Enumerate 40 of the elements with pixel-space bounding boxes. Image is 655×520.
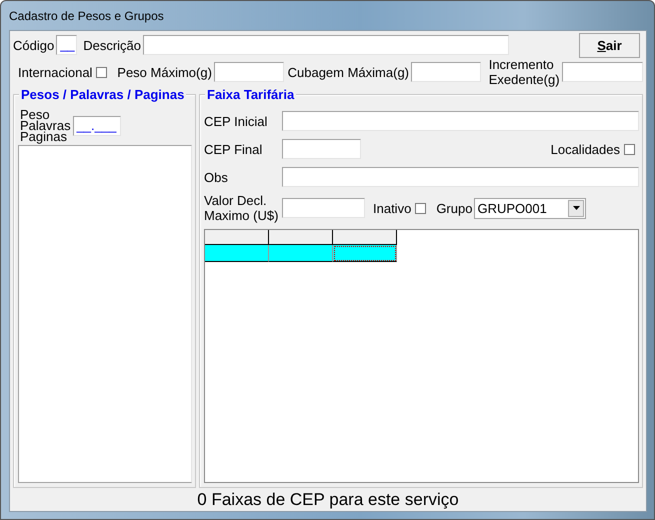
column-header[interactable]	[205, 230, 269, 245]
field-label: Localidades	[550, 142, 620, 156]
status-text: 0 Faixas de CEP para este serviço	[196, 489, 460, 511]
checkbox[interactable]	[624, 144, 635, 154]
checkbox[interactable]	[96, 66, 108, 78]
zip-end-field[interactable]	[282, 139, 361, 159]
volume-field[interactable]	[411, 62, 481, 82]
field-label: Internacional	[18, 64, 92, 80]
field-label: Cubagem Máxima(g)	[288, 64, 409, 80]
dropdown-arrow-icon	[572, 206, 580, 210]
exit-button[interactable]: Sair	[579, 32, 640, 58]
field-label: Código	[13, 38, 54, 52]
group-dropdown[interactable]: GRUPO001	[474, 198, 586, 218]
table-cell[interactable]	[205, 245, 269, 262]
field-label: Obs	[204, 170, 229, 184]
window-title: Cadastro de Pesos e Grupos	[9, 8, 164, 22]
column-header[interactable]	[333, 230, 397, 245]
description-field[interactable]	[143, 35, 509, 55]
weight-field[interactable]	[214, 62, 284, 82]
table-cell[interactable]	[333, 245, 397, 262]
increment-field[interactable]	[562, 62, 643, 82]
field-label: Valor Decl. Maximo (U$)	[204, 193, 280, 223]
checkbox[interactable]	[415, 202, 426, 214]
field-label: Grupo	[436, 200, 472, 216]
weight-field[interactable]: __.___	[72, 116, 121, 136]
column-header[interactable]	[269, 230, 333, 245]
field-label: Peso Palavras Paginas	[20, 109, 71, 142]
field-label: CEP Final	[204, 142, 264, 156]
field-label: Inativo	[373, 200, 412, 216]
value-field[interactable]	[282, 198, 365, 218]
field-label: Peso Máximo(g)	[117, 64, 212, 80]
field-label: Incremento Exedente(g)	[488, 57, 560, 87]
group-title: Faixa Tarifária	[205, 87, 296, 102]
field-label: Descrição	[83, 38, 141, 52]
zip-start-field[interactable]	[282, 111, 639, 131]
code-field[interactable]: __	[56, 35, 78, 55]
field-label: CEP Inicial	[204, 114, 268, 128]
group-title: Pesos / Palavras / Paginas	[19, 87, 186, 102]
notes-field[interactable]	[282, 167, 639, 187]
table-cell[interactable]	[269, 245, 333, 262]
